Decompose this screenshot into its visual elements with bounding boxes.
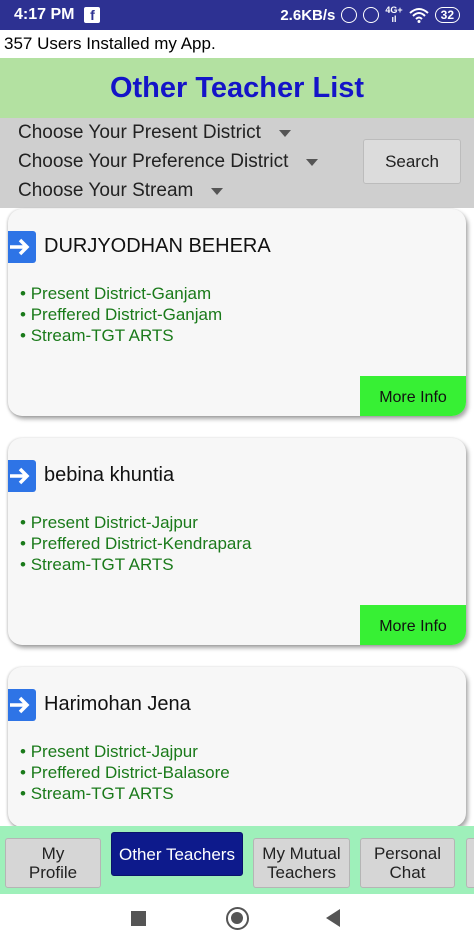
- facebook-notification-icon: f: [84, 7, 101, 23]
- signal-bars: ıl: [391, 14, 397, 24]
- chevron-down-icon: [211, 187, 224, 195]
- system-navigation-bar: [0, 894, 474, 948]
- volte-icon: [363, 7, 380, 23]
- more-info-button[interactable]: More Info: [360, 605, 466, 645]
- arrow-right-box-icon: [8, 231, 36, 263]
- preference-district-dropdown[interactable]: Choose Your Preference District: [18, 151, 319, 173]
- chat-label-1: Personal: [373, 844, 442, 863]
- chevron-down-icon: [306, 158, 319, 166]
- preferred-district: Preffered District-Balasore: [20, 762, 230, 783]
- filter-panel: Choose Your Present District Choose Your…: [0, 118, 474, 208]
- present-district: Present District-Ganjam: [20, 283, 222, 304]
- present-district: Present District-Jajpur: [20, 512, 251, 533]
- teacher-card: bebina khuntia Present District-Jajpur P…: [8, 438, 466, 645]
- stream: Stream-TGT ARTS: [20, 783, 230, 804]
- personal-chat-button[interactable]: Personal Chat: [360, 838, 455, 888]
- chevron-down-icon: [278, 129, 291, 137]
- page-header: Other Teacher List: [0, 58, 474, 118]
- page-title: Other Teacher List: [109, 71, 365, 104]
- teacher-details: Present District-Ganjam Preffered Distri…: [20, 283, 222, 346]
- arrow-right-box-icon: [8, 460, 36, 492]
- present-district-dropdown[interactable]: Choose Your Present District: [18, 122, 291, 144]
- teacher-details: Present District-Jajpur Preffered Distri…: [20, 512, 252, 575]
- my-profile-button[interactable]: My Profile: [5, 838, 101, 888]
- wifi-icon: [408, 8, 429, 23]
- preference-district-label: Choose Your Preference District: [18, 151, 289, 172]
- more-info-button[interactable]: More Info: [360, 376, 466, 416]
- teacher-card: DURJYODHAN BEHERA Present District-Ganja…: [8, 209, 466, 416]
- alarm-icon: [341, 7, 358, 23]
- teacher-name: DURJYODHAN BEHERA: [44, 235, 271, 257]
- my-profile-label-2: Profile: [28, 863, 78, 882]
- teacher-card: Harimohan Jena Present District-Jajpur P…: [8, 667, 466, 827]
- battery-icon: 32: [434, 7, 460, 23]
- mutual-label-2: Teachers: [267, 863, 336, 882]
- partial-nav-button[interactable]: [466, 838, 474, 888]
- my-profile-label-1: My: [41, 844, 65, 863]
- my-mutual-teachers-button[interactable]: My Mutual Teachers: [253, 838, 350, 888]
- other-teachers-button[interactable]: Other Teachers: [111, 832, 243, 876]
- teacher-name: Harimohan Jena: [44, 693, 191, 715]
- present-district: Present District-Jajpur: [20, 741, 230, 762]
- teacher-name: bebina khuntia: [44, 464, 175, 486]
- status-right: 2.6KB/s 4G+ ıl 32: [280, 6, 460, 24]
- stream: Stream-TGT ARTS: [20, 325, 222, 346]
- chat-label-2: Chat: [389, 863, 426, 882]
- stream-label: Choose Your Stream: [18, 180, 194, 201]
- arrow-right-box-icon: [8, 689, 36, 721]
- recents-square-icon[interactable]: [131, 911, 146, 926]
- stream-dropdown[interactable]: Choose Your Stream: [18, 180, 224, 202]
- mutual-label-1: My Mutual: [262, 844, 341, 863]
- preferred-district: Preffered District-Kendrapara: [20, 533, 252, 554]
- teacher-details: Present District-Jajpur Preffered Distri…: [20, 741, 230, 804]
- bottom-navigation: My Profile Other Teachers My Mutual Teache…: [0, 826, 474, 894]
- network-speed: 2.6KB/s: [280, 6, 336, 24]
- present-district-label: Choose Your Present District: [18, 122, 261, 143]
- home-circle-icon[interactable]: [226, 907, 249, 930]
- search-button[interactable]: Search: [363, 139, 461, 184]
- signal-icon: 4G+ ıl: [385, 6, 402, 24]
- back-triangle-icon[interactable]: [326, 909, 340, 927]
- installed-count-text: 357 Users Installed my App.: [4, 34, 216, 53]
- preferred-district: Preffered District-Ganjam: [20, 304, 222, 325]
- stream: Stream-TGT ARTS: [20, 554, 251, 575]
- status-bar: 4:17 PM f 2.6KB/s 4G+ ıl 32: [0, 0, 474, 30]
- status-time: 4:17 PM: [14, 6, 75, 23]
